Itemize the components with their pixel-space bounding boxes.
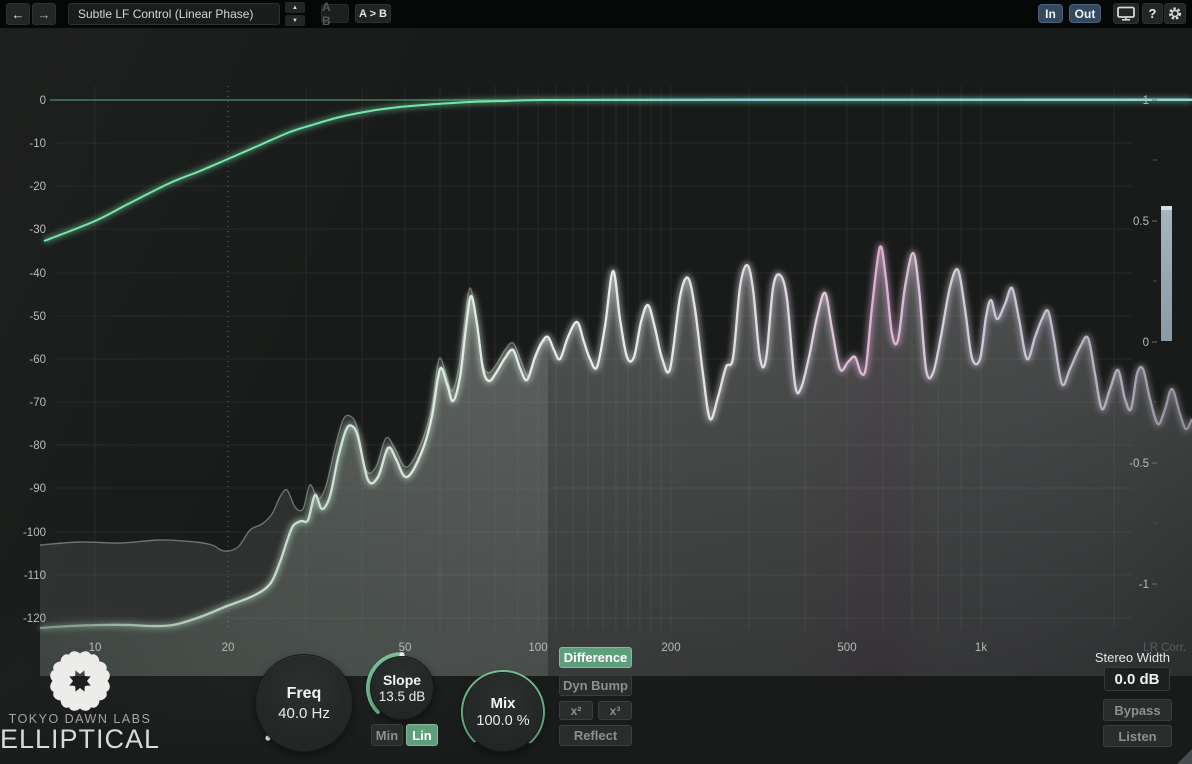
preset-stepper: ▲ ▼ [285, 2, 305, 26]
mix-knob-label: Mix [490, 695, 515, 712]
ab-toggle-button[interactable]: A B [321, 4, 349, 23]
db-axis-label: -30 [29, 224, 46, 236]
settings-button[interactable] [1164, 3, 1186, 24]
slope-knob-value: 13.5 dB [379, 689, 426, 704]
freq-axis-label: 500 [837, 642, 856, 654]
db-axis-label: -80 [29, 440, 46, 452]
bypass-button[interactable]: Bypass [1103, 699, 1172, 721]
lin-phase-button[interactable]: Lin [406, 724, 438, 746]
db-axis-label: -100 [23, 527, 46, 539]
db-axis-label: -90 [29, 483, 46, 495]
display-settings-button[interactable] [1113, 3, 1139, 24]
db-axis-label: -20 [29, 181, 46, 193]
corr-axis-label: 0 [1143, 337, 1149, 349]
filter-curve-glow [44, 100, 1192, 241]
preset-step-down-button[interactable]: ▼ [285, 15, 305, 26]
freq-knob[interactable]: Freq 40.0 Hz [249, 648, 359, 758]
difference-button[interactable]: Difference [559, 647, 632, 668]
db-axis-label: -10 [29, 138, 46, 150]
freq-knob-value: 40.0 Hz [278, 705, 330, 722]
tdl-flower-logo [44, 645, 116, 711]
db-axis-label: 0 [40, 95, 46, 107]
db-axis-label: -70 [29, 397, 46, 409]
correlation-meter-bar [1161, 206, 1172, 341]
preset-back-button[interactable]: ← [6, 3, 30, 25]
filter-curve [44, 100, 1192, 241]
freq-knob-label: Freq [287, 685, 322, 703]
reflect-button[interactable]: Reflect [559, 725, 632, 746]
preset-selector[interactable]: Subtle LF Control (Linear Phase) [68, 3, 280, 25]
product-name: ELLIPTICAL [0, 724, 160, 755]
preset-step-up-button[interactable]: ▲ [285, 2, 305, 13]
arrow-left-icon: ← [12, 7, 25, 22]
triangle-down-icon: ▼ [292, 18, 298, 24]
resize-handle[interactable] [1177, 749, 1192, 764]
correlation-meter-cap [1161, 206, 1172, 210]
db-axis-label: -120 [23, 613, 46, 625]
stereo-width-value[interactable]: 0.0 dB [1104, 667, 1170, 691]
plugin-window: 0-10-20-30-40-50-60-70-80-90-100-110-120… [0, 0, 1192, 764]
copy-a-to-b-button[interactable]: A > B [355, 4, 391, 23]
freq-axis-label: 20 [222, 642, 235, 654]
db-axis-label: -60 [29, 354, 46, 366]
corr-axis-label: -0.5 [1129, 458, 1149, 470]
corr-axis-label: 0.5 [1133, 216, 1149, 228]
dyn-bump-button[interactable]: Dyn Bump [559, 675, 632, 696]
slope-knob[interactable]: Slope 13.5 dB [364, 650, 440, 726]
mix-knob-value: 100.0 % [476, 713, 529, 729]
preset-forward-button[interactable]: → [32, 3, 56, 25]
corr-axis-label: -1 [1139, 579, 1149, 591]
freq-axis-label: 1k [975, 642, 987, 654]
triangle-up-icon: ▲ [292, 5, 298, 11]
db-axis-label: -110 [24, 570, 46, 582]
corr-axis-label: 1 [1143, 95, 1149, 107]
listen-button[interactable]: Listen [1103, 725, 1172, 747]
arrow-right-icon: → [38, 7, 51, 22]
mix-knob[interactable]: Mix 100.0 % [455, 664, 551, 760]
stereo-width-label: Stereo Width [1040, 650, 1170, 665]
help-button[interactable]: ? [1142, 3, 1163, 24]
x-squared-button[interactable]: x² [559, 701, 593, 720]
db-axis-label: -40 [29, 268, 46, 280]
titlebar: ← → Subtle LF Control (Linear Phase) ▲ ▼… [0, 0, 1192, 28]
min-phase-button[interactable]: Min [371, 724, 403, 746]
output-gain-button[interactable]: Out [1069, 4, 1101, 23]
input-gain-button[interactable]: In [1038, 4, 1063, 23]
db-axis-label: -50 [29, 311, 46, 323]
freq-axis-label: 100 [528, 642, 547, 654]
gear-icon [1166, 5, 1184, 22]
slope-knob-label: Slope [383, 672, 421, 688]
freq-axis-label: 200 [661, 642, 680, 654]
monitor-icon [1115, 5, 1137, 22]
x-cubed-button[interactable]: x³ [598, 701, 632, 720]
